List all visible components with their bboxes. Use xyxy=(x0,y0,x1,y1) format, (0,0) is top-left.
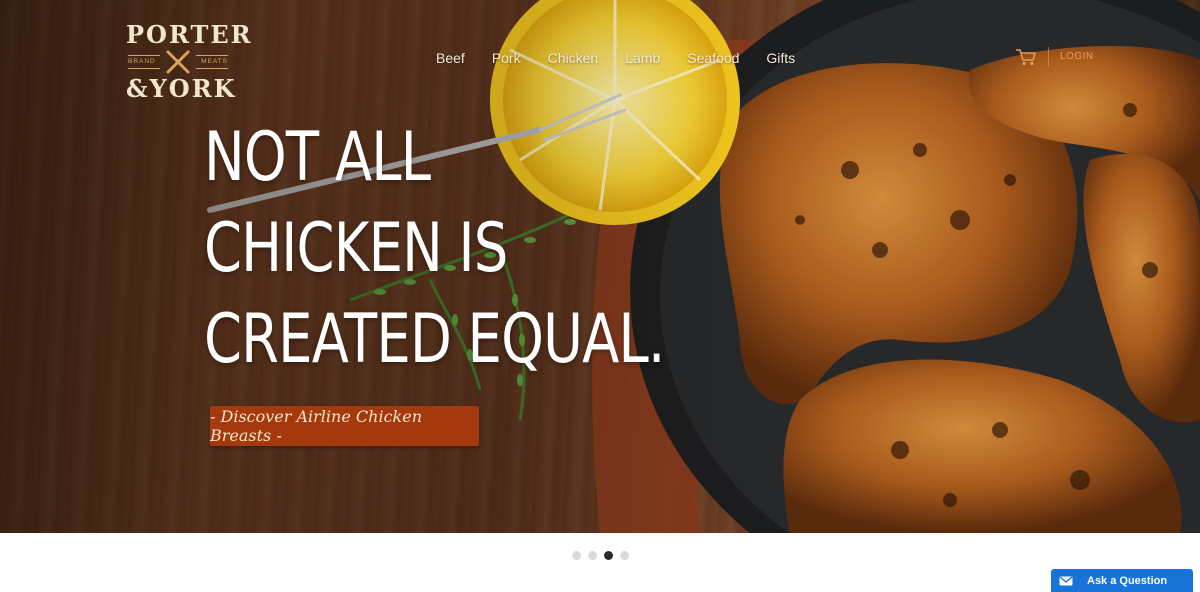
logo-brand-text: BRAND xyxy=(128,58,156,65)
ask-question-button[interactable]: Ask a Question xyxy=(1051,569,1193,592)
login-link[interactable]: LOGIN xyxy=(1060,51,1094,62)
nav-item-seafood[interactable]: Seafood xyxy=(687,48,739,68)
porter-york-logo[interactable]: PORTER BRAND MEATS &YORK xyxy=(126,18,253,108)
logo-rule xyxy=(196,68,228,69)
logo-rule xyxy=(196,55,228,56)
nav-item-lamb[interactable]: Lamb xyxy=(625,48,660,68)
slider-dot-1[interactable] xyxy=(572,551,581,560)
main-nav: Beef Pork Chicken Lamb Seafood Gifts xyxy=(436,48,822,68)
headline-line-1: NOT ALL xyxy=(204,118,431,197)
headline-line-3: CREATED EQUAL. xyxy=(204,300,665,379)
nav-item-chicken[interactable]: Chicken xyxy=(548,48,599,68)
nav-item-gifts[interactable]: Gifts xyxy=(766,48,795,68)
hero-headline: NOT ALL CHICKEN IS CREATED EQUAL. xyxy=(204,112,665,385)
discover-airline-chicken-button[interactable]: - Discover Airline Chicken Breasts - xyxy=(210,406,479,446)
logo-rule xyxy=(128,68,160,69)
hero-banner: PORTER BRAND MEATS &YORK Beef Pork Chick… xyxy=(0,0,1200,533)
envelope-icon xyxy=(1059,576,1073,585)
slider-dots xyxy=(572,551,636,560)
cart-icon[interactable] xyxy=(1015,47,1037,67)
nav-divider xyxy=(1048,47,1049,67)
ask-question-label: Ask a Question xyxy=(1087,574,1168,587)
logo-rule xyxy=(128,55,160,56)
nav-item-pork[interactable]: Pork xyxy=(492,48,521,68)
logo-text-bottom: &YORK xyxy=(126,74,237,103)
logo-meats-text: MEATS xyxy=(201,58,228,65)
logo-text-top: PORTER xyxy=(126,20,253,49)
nav-item-beef[interactable]: Beef xyxy=(436,48,465,68)
crossed-utensils-icon xyxy=(166,50,190,74)
slider-dot-3-active[interactable] xyxy=(604,551,613,560)
headline-line-2: CHICKEN IS xyxy=(204,209,508,288)
slider-dot-4[interactable] xyxy=(620,551,629,560)
slider-dot-2[interactable] xyxy=(588,551,597,560)
